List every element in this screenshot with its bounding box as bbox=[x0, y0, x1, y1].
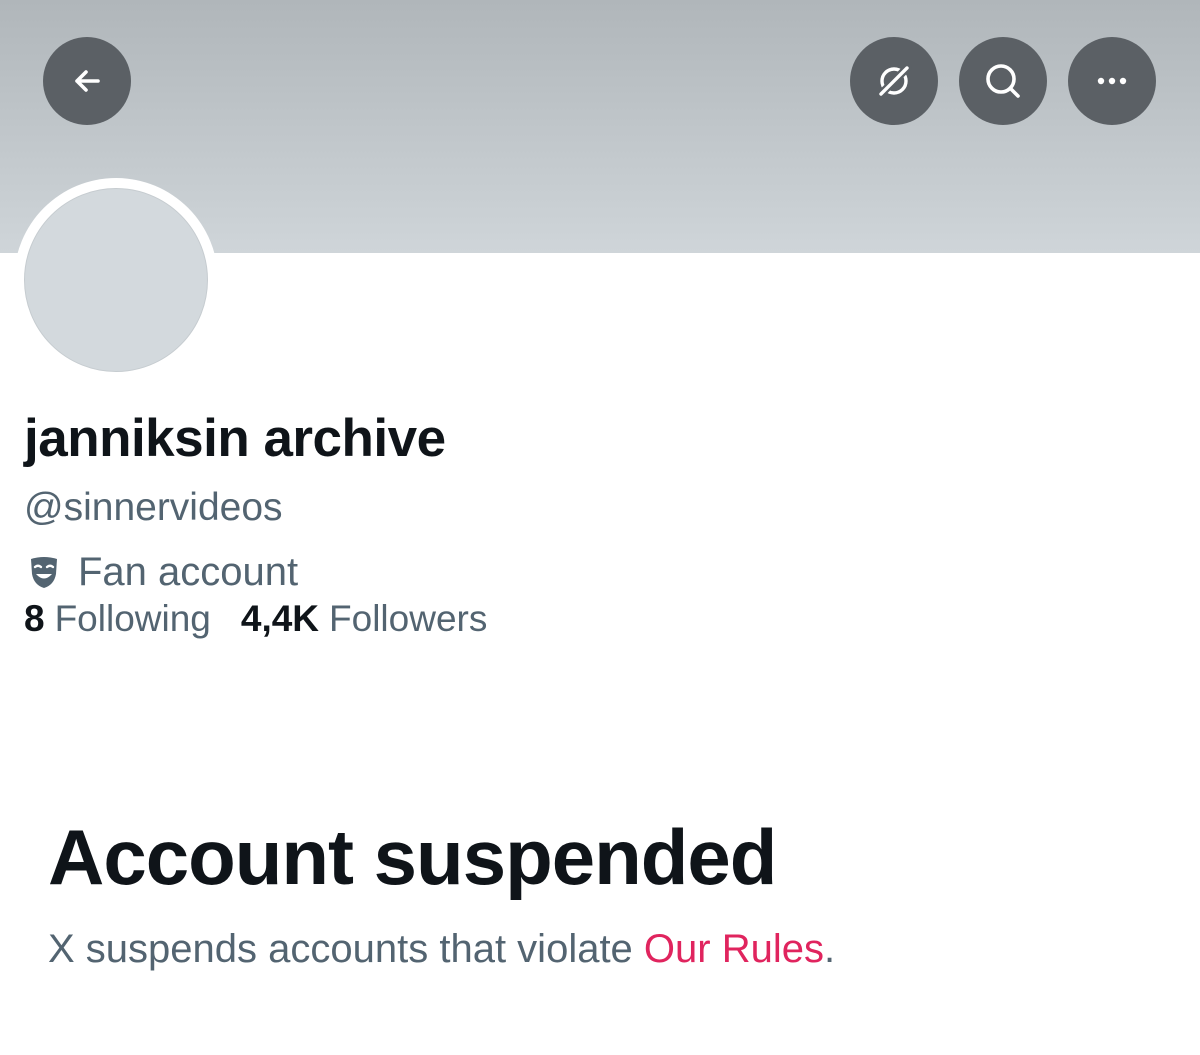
followers-label: Followers bbox=[329, 598, 488, 639]
suspension-message: X suspends accounts that violate Our Rul… bbox=[48, 927, 835, 972]
followers-link[interactable]: 4,4K Followers bbox=[241, 598, 487, 640]
following-count: 8 bbox=[24, 598, 45, 639]
suspension-title: Account suspended bbox=[48, 813, 777, 901]
search-icon bbox=[986, 64, 1020, 98]
more-horizontal-icon bbox=[1097, 77, 1127, 85]
suspension-text-prefix: X suspends accounts that violate bbox=[48, 927, 644, 971]
back-button[interactable] bbox=[43, 37, 131, 125]
follow-stats: 8 Following 4,4K Followers bbox=[24, 598, 517, 640]
translate-globe-icon bbox=[876, 63, 912, 99]
suspension-text-suffix: . bbox=[823, 927, 836, 971]
more-options-button[interactable] bbox=[1068, 37, 1156, 125]
translate-button[interactable] bbox=[850, 37, 938, 125]
profile-page: janniksin archive @sinnervideos Fan acco… bbox=[0, 0, 1200, 1055]
search-button[interactable] bbox=[959, 37, 1047, 125]
theater-mask-icon bbox=[31, 557, 57, 588]
username-handle: @sinnervideos bbox=[24, 486, 283, 529]
category-label: Fan account bbox=[78, 549, 299, 594]
profile-category: Fan account bbox=[24, 548, 298, 596]
following-link[interactable]: 8 Following bbox=[24, 598, 211, 640]
following-label: Following bbox=[54, 598, 211, 639]
display-name: janniksin archive bbox=[24, 409, 446, 468]
followers-count: 4,4K bbox=[240, 598, 320, 639]
avatar[interactable] bbox=[24, 188, 208, 372]
our-rules-link[interactable]: Our Rules bbox=[644, 927, 824, 971]
arrow-left-icon bbox=[75, 70, 100, 92]
